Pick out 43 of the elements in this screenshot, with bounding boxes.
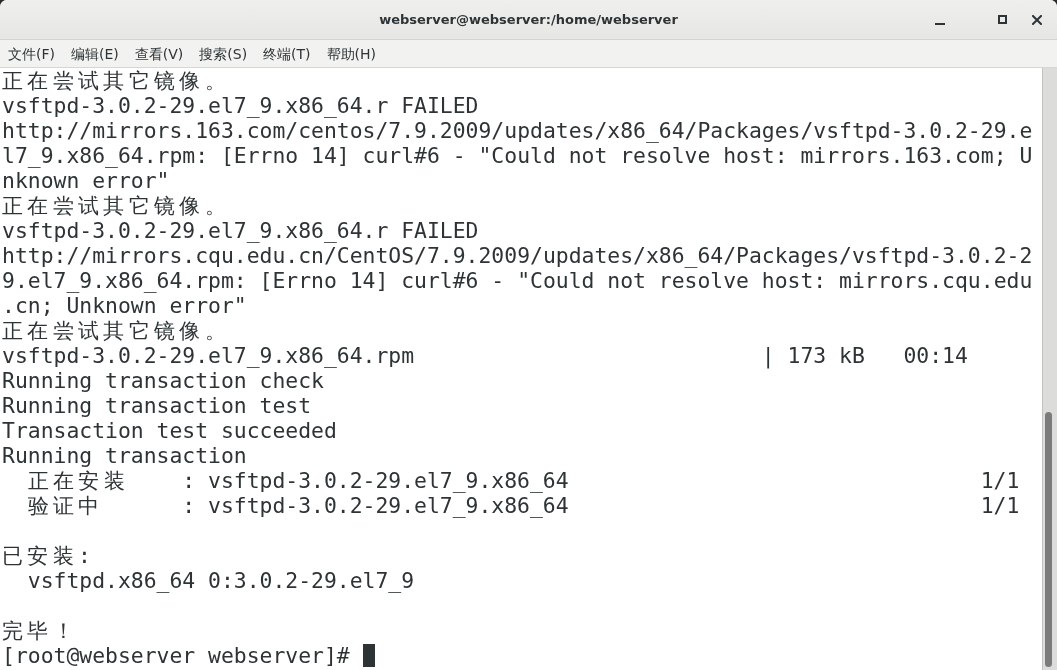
terminal-line: http://mirrors.163.com/centos/7.9.2009/updates/x86_64/Packages/vsftpd-3.0.2-29.e <box>2 118 1033 143</box>
terminal-line: nknown error" <box>2 168 170 193</box>
terminal-line: Running transaction test <box>2 393 312 418</box>
terminal-line: 完毕！ <box>2 618 79 643</box>
elapsed-time: 00:14 <box>903 343 968 368</box>
menu-item[interactable]: 终端(T) <box>255 40 319 67</box>
scrollbar[interactable] <box>1042 68 1057 670</box>
terminal-line: l7_9.x86_64.rpm: [Errno 14] curl#6 - "Could not resolve host: mirrors.163.com; U <box>2 143 1033 168</box>
shell-prompt: [root@webserver webserver]# <box>2 643 350 668</box>
terminal-line: .cn; Unknown error" <box>2 293 247 318</box>
terminal-line: vsftpd.x86_64 0:3.0.2-29.el7_9 <box>26 568 415 593</box>
package-name: vsftpd-3.0.2-29.el7_9.x86_64 <box>208 468 570 493</box>
step-label: 正在安装 <box>27 468 131 493</box>
menu-item[interactable]: 帮助(H) <box>318 40 385 67</box>
terminal-line: vsftpd-3.0.2-29.el7_9.x86_64.r FAILED <box>2 218 479 243</box>
step-label: 验证中 <box>27 493 105 518</box>
step-count: 1/1 <box>980 468 1020 493</box>
step-count: 1/1 <box>980 493 1020 518</box>
file-size: 173 kB <box>787 343 866 368</box>
colon-separator: : <box>182 493 197 518</box>
terminal-line: 正在尝试其它镜像。 <box>2 318 231 343</box>
terminal-line: Running transaction check <box>2 368 324 393</box>
terminal-line: 9.el7_9.x86_64.rpm: [Errno 14] curl#6 - "Could not resolve host: mirrors.cqu.edu <box>2 268 1033 293</box>
terminal-line: 正在尝试其它镜像。 <box>2 193 231 218</box>
terminal-line: Running transaction <box>2 443 247 468</box>
terminal-line: http://mirrors.cqu.edu.cn/CentOS/7.9.2009/updates/x86_64/Packages/vsftpd-3.0.2-2 <box>2 243 1033 268</box>
terminal-line: 已安装: <box>2 543 91 568</box>
maximize-icon <box>997 15 1007 24</box>
menu-item[interactable]: 查看(V) <box>126 40 192 67</box>
menu-item[interactable]: 编辑(E) <box>63 40 127 67</box>
minimize-icon <box>935 23 945 25</box>
close-icon <box>1032 14 1042 25</box>
menu-item[interactable]: 文件(F) <box>0 40 63 67</box>
scrollbar-thumb[interactable] <box>1045 412 1052 667</box>
menu-item[interactable]: 搜索(S) <box>191 40 256 67</box>
file-name: vsftpd-3.0.2-29.el7_9.x86_64.rpm <box>2 343 416 368</box>
pipe-separator: | <box>761 343 776 368</box>
window-title: webserver@webserver:/home/webserver <box>379 12 678 27</box>
colon-separator: : <box>182 468 197 493</box>
terminal-line: 正在尝试其它镜像。 <box>2 68 231 93</box>
package-name: vsftpd-3.0.2-29.el7_9.x86_64 <box>208 493 570 518</box>
terminal-line: Transaction test succeeded <box>2 418 337 443</box>
terminal-line: vsftpd-3.0.2-29.el7_9.x86_64.r FAILED <box>2 93 479 118</box>
